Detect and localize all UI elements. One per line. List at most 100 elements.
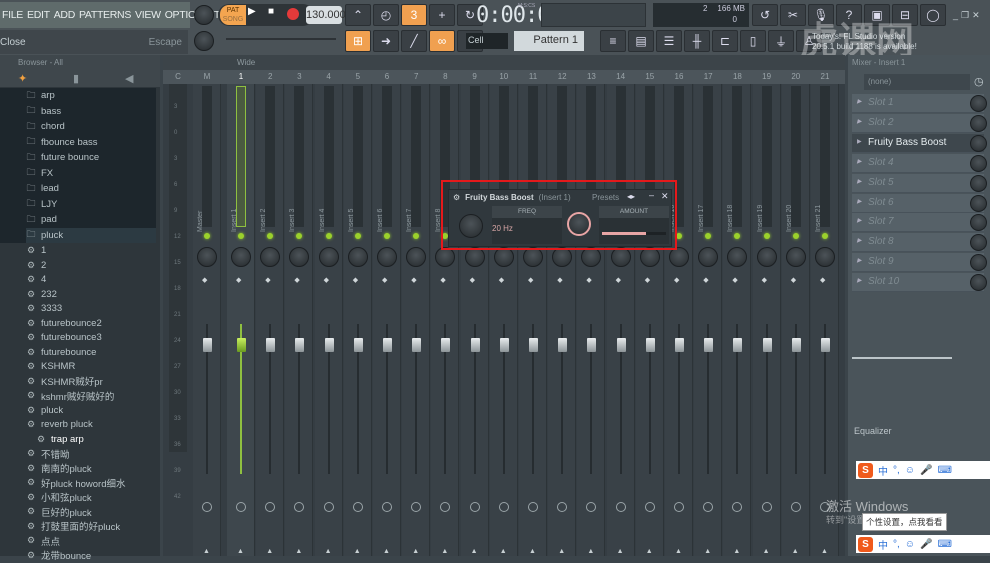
pan-knob[interactable] [377,247,397,267]
pan-knob[interactable] [435,247,456,267]
mixer-strip[interactable]: Insert 3 ◆ ▲ [285,84,314,556]
pan-knob[interactable] [639,247,660,267]
mixer-strip[interactable]: Insert 5 ◆ ▲ [343,84,372,556]
snap-select[interactable]: Cell [466,33,508,49]
send-arrow-icon[interactable]: ▲ [354,548,361,555]
mixer-strip[interactable]: Insert 20 ◆ ▲ [781,84,810,556]
folder-item[interactable]: 🗀 chord [26,119,64,134]
stereo-icon[interactable]: ◆ [674,276,679,284]
volume-fader[interactable] [441,338,451,352]
send-arrow-icon[interactable]: ▲ [675,548,682,555]
send-arrow-icon[interactable]: ▲ [500,548,507,555]
expand-icon[interactable]: ▶ [857,198,862,205]
preset-item[interactable]: ⚙ 南南的pluck [26,461,92,476]
effect-slot[interactable]: ▶ Slot 5 [852,173,987,193]
mixer-strip[interactable]: Insert 14◆▲ [606,84,635,556]
enable-led[interactable] [413,233,420,239]
send-arrow-icon[interactable]: ▲ [646,548,653,555]
enable-led[interactable] [204,233,210,239]
stereo-icon[interactable]: ◆ [440,276,445,284]
menu-file[interactable]: FILE [2,9,23,21]
stereo-icon[interactable]: ◆ [324,276,329,284]
folder-item[interactable]: 🗀 bass [26,104,61,119]
slot-mix-knob[interactable] [970,174,987,192]
mixer-strip[interactable]: Insert 7 ◆ ▲ [402,84,431,556]
pencil-icon[interactable]: ╱ [401,30,427,52]
route-icon[interactable] [732,502,743,512]
volume-fader[interactable] [791,338,801,352]
volume-fader[interactable] [499,338,509,352]
master-volume-knob[interactable] [194,5,214,25]
slot-mix-knob[interactable] [970,214,987,232]
stereo-icon[interactable]: ◆ [645,276,650,284]
preset-item[interactable]: ⚙ 3333 [26,301,62,316]
stop-icon[interactable]: ■ [268,6,274,17]
expand-icon[interactable]: ▶ [857,158,862,165]
slot-mix-knob[interactable] [970,234,987,252]
close-icon[interactable]: ✕ [972,10,980,21]
effect-slot[interactable]: ▶ Slot 1 [852,94,987,113]
menu-view[interactable]: VIEW [135,9,161,21]
pan-knob[interactable] [197,247,217,267]
volume-fader[interactable] [266,338,276,352]
stereo-icon[interactable]: ◆ [586,276,591,284]
effect-slot[interactable]: ▶ Slot 9 [852,253,987,273]
route-icon[interactable] [644,502,655,512]
minimize-icon[interactable]: – [649,190,654,200]
arrow-icon[interactable]: ➜ [373,30,399,52]
mixer-strip[interactable]: Insert 10◆▲ [489,84,518,556]
ime-toolbar-2[interactable]: S 中 °, ☺ 🎤 ⌨ [856,535,990,553]
expand-icon[interactable]: ▶ [857,178,862,185]
enable-led[interactable] [238,233,244,239]
pan-knob[interactable] [406,247,427,267]
folder-item[interactable]: 🗀 FX [26,166,53,181]
mixer-strip[interactable]: Insert 12◆▲ [548,84,577,556]
stereo-icon[interactable]: ◆ [353,276,358,284]
gear-icon[interactable]: ⚙ [453,193,460,202]
files-tab-icon[interactable]: ▮ [73,72,79,85]
stereo-icon[interactable]: ◆ [202,276,207,284]
mixer-strip[interactable]: Insert 11◆▲ [519,84,547,556]
volume-fader[interactable] [529,338,538,352]
keyboard-icon[interactable]: ⌨ [937,465,951,476]
route-icon[interactable] [265,502,276,512]
effect-slot[interactable]: ▶ Slot 6 [852,193,987,213]
slot-mix-knob[interactable] [970,254,987,272]
route-icon[interactable] [411,502,422,512]
menu-edit[interactable]: EDIT [27,9,50,21]
punctuation-icon[interactable]: °, [893,465,900,476]
volume-fader[interactable] [203,338,212,352]
close-icon[interactable]: ✕ [661,191,669,202]
mixer-strip[interactable]: Insert 2 ◆ ▲ [256,84,285,556]
pattern-selector[interactable]: Pattern 1 [514,31,584,51]
pan-knob[interactable] [669,247,689,267]
slot-mix-knob[interactable] [970,134,987,152]
slot-mix-knob[interactable] [970,114,987,132]
folder-item[interactable]: 🗀 pluck [26,227,156,243]
enable-led[interactable] [763,233,770,239]
send-arrow-icon[interactable]: ▲ [821,548,828,555]
pan-knob[interactable] [581,247,602,267]
ime-toolbar[interactable]: S 中 °, ☺ 🎤 ⌨ [856,461,990,479]
volume-fader[interactable] [821,338,830,352]
enable-led[interactable] [734,233,741,239]
route-icon[interactable] [674,502,684,512]
keyboard-icon[interactable]: ⌨ [937,539,951,550]
master-pitch-slider[interactable] [226,38,336,40]
slot-mix-knob[interactable] [970,274,987,292]
folder-item[interactable]: 🗀 LJY [26,197,57,212]
pan-knob[interactable] [493,247,514,267]
folder-item[interactable]: 🗀 lead [26,181,58,196]
volume-fader[interactable] [733,338,743,352]
route-icon[interactable] [382,502,392,512]
send-arrow-icon[interactable]: ▲ [704,548,711,555]
route-icon[interactable] [761,502,772,512]
pan-knob[interactable] [289,247,310,267]
stereo-icon[interactable]: ◆ [528,276,533,284]
send-arrow-icon[interactable]: ▲ [587,548,594,555]
stereo-icon[interactable]: ◆ [732,276,737,284]
volume-fader[interactable] [237,338,246,352]
play-icon[interactable]: ▶ [248,6,256,17]
preset-item[interactable]: ⚙ reverb pluck [26,417,93,432]
ime-mode[interactable]: 中 [878,463,888,478]
